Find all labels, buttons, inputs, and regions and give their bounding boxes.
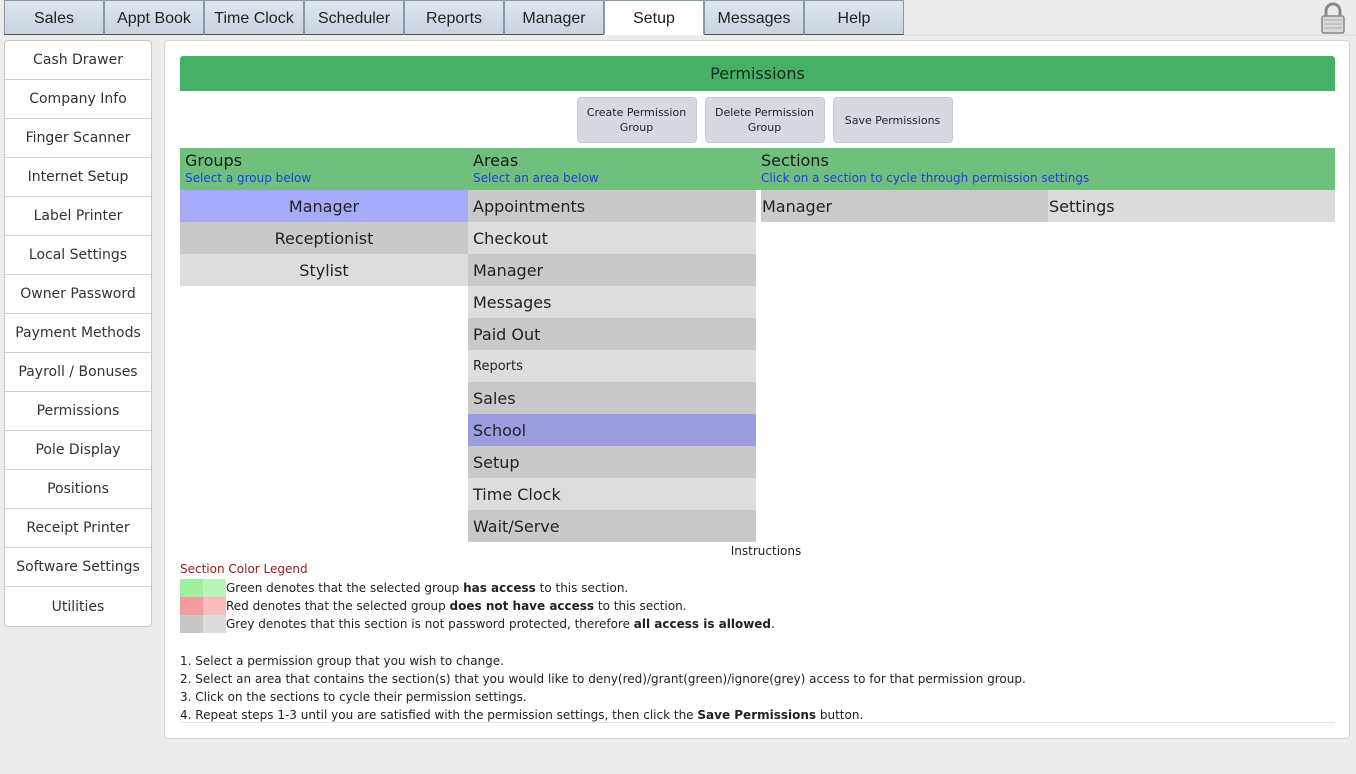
sections-header: Sections Click on a section to cycle thr… <box>761 151 1089 185</box>
area-item-paid-out[interactable]: Paid Out <box>468 318 756 350</box>
step-2: 2. Select an area that contains the sect… <box>180 672 1026 686</box>
sidebar-item-utilities[interactable]: Utilities <box>5 587 151 626</box>
area-item-reports[interactable]: Reports <box>468 350 756 382</box>
grey-swatch-light <box>203 615 226 633</box>
sidebar-item-receipt-printer[interactable]: Receipt Printer <box>5 509 151 548</box>
areas-header: Areas Select an area below <box>473 151 599 185</box>
sidebar-item-label-printer[interactable]: Label Printer <box>5 197 151 236</box>
tab-reports[interactable]: Reports <box>404 0 504 35</box>
tab-manager[interactable]: Manager <box>504 0 604 35</box>
red-swatch-dark <box>180 597 203 615</box>
sidebar-item-positions[interactable]: Positions <box>5 470 151 509</box>
sections-list: Manager Settings <box>761 190 1335 222</box>
sidebar-item-finger-scanner[interactable]: Finger Scanner <box>5 119 151 158</box>
lock-icon[interactable] <box>1320 2 1346 34</box>
sidebar-item-company-info[interactable]: Company Info <box>5 80 151 119</box>
sections-title: Sections <box>761 151 829 170</box>
groups-list: Manager Receptionist Stylist <box>180 190 468 286</box>
groups-header: Groups Select a group below <box>185 151 311 185</box>
tab-sales[interactable]: Sales <box>4 0 104 35</box>
setup-sidebar: Cash Drawer Company Info Finger Scanner … <box>4 40 152 627</box>
sidebar-item-permissions[interactable]: Permissions <box>5 392 151 431</box>
save-permissions-button[interactable]: Save Permissions <box>832 97 953 143</box>
delete-permission-group-button[interactable]: Delete Permission Group <box>704 97 825 143</box>
sidebar-item-software-settings[interactable]: Software Settings <box>5 548 151 587</box>
sidebar-item-local-settings[interactable]: Local Settings <box>5 236 151 275</box>
red-swatch-light <box>203 597 226 615</box>
sidebar-item-payment-methods[interactable]: Payment Methods <box>5 314 151 353</box>
tab-bar-divider <box>904 34 1356 36</box>
step-1: 1. Select a permission group that you wi… <box>180 654 504 668</box>
legend-green-text: Green denotes that the selected group ha… <box>226 581 629 595</box>
group-item-stylist[interactable]: Stylist <box>180 254 468 286</box>
area-item-setup[interactable]: Setup <box>468 446 756 478</box>
instructions-label: Instructions <box>730 544 802 558</box>
sidebar-item-payroll-bonuses[interactable]: Payroll / Bonuses <box>5 353 151 392</box>
area-item-appointments[interactable]: Appointments <box>468 190 756 222</box>
sidebar-item-cash-drawer[interactable]: Cash Drawer <box>5 41 151 80</box>
areas-hint: Select an area below <box>473 171 599 185</box>
group-item-manager[interactable]: Manager <box>180 190 468 222</box>
divider <box>180 722 1335 723</box>
legend-grey-text: Grey denotes that this section is not pa… <box>226 617 775 631</box>
areas-list: Appointments Checkout Manager Messages P… <box>468 190 756 542</box>
area-item-wait-serve[interactable]: Wait/Serve <box>468 510 756 542</box>
legend-red: Red denotes that the selected group does… <box>180 597 687 615</box>
step-3: 3. Click on the sections to cycle their … <box>180 690 527 704</box>
tab-help[interactable]: Help <box>804 0 904 35</box>
areas-title: Areas <box>473 151 519 170</box>
action-buttons: Create Permission Group Delete Permissio… <box>165 97 1349 143</box>
instruction-steps: 1. Select a permission group that you wi… <box>180 652 1026 724</box>
legend-red-text: Red denotes that the selected group does… <box>226 599 687 613</box>
tab-time-clock[interactable]: Time Clock <box>204 0 304 35</box>
green-swatch-light <box>203 579 226 597</box>
sidebar-item-owner-password[interactable]: Owner Password <box>5 275 151 314</box>
area-item-time-clock[interactable]: Time Clock <box>468 478 756 510</box>
tab-scheduler[interactable]: Scheduler <box>304 0 404 35</box>
create-permission-group-button[interactable]: Create Permission Group <box>576 97 697 143</box>
instructions-heading: Instructions <box>165 544 1351 558</box>
grey-swatch-dark <box>180 615 203 633</box>
green-swatch-dark <box>180 579 203 597</box>
section-item-manager[interactable]: Manager <box>761 190 1048 222</box>
page-title: Permissions <box>180 56 1335 91</box>
area-item-manager[interactable]: Manager <box>468 254 756 286</box>
tab-setup[interactable]: Setup <box>604 0 704 35</box>
groups-title: Groups <box>185 151 243 170</box>
legend-green: Green denotes that the selected group ha… <box>180 579 628 597</box>
tab-messages[interactable]: Messages <box>704 0 804 35</box>
groups-hint: Select a group below <box>185 171 312 185</box>
tab-appt-book[interactable]: Appt Book <box>104 0 204 35</box>
legend-grey: Grey denotes that this section is not pa… <box>180 615 775 633</box>
area-item-sales[interactable]: Sales <box>468 382 756 414</box>
permissions-panel: Permissions Create Permission Group Dele… <box>164 40 1350 739</box>
sidebar-item-pole-display[interactable]: Pole Display <box>5 431 151 470</box>
group-item-receptionist[interactable]: Receptionist <box>180 222 468 254</box>
legend-title: Section Color Legend <box>180 562 308 576</box>
area-item-checkout[interactable]: Checkout <box>468 222 756 254</box>
sections-hint: Click on a section to cycle through perm… <box>761 171 1090 185</box>
area-item-school[interactable]: School <box>468 414 756 446</box>
columns-header: Groups Select a group below Areas Select… <box>180 148 1335 190</box>
area-item-messages[interactable]: Messages <box>468 286 756 318</box>
section-item-settings[interactable]: Settings <box>1048 190 1335 222</box>
top-tab-bar: Sales Appt Book Time Clock Scheduler Rep… <box>4 0 904 36</box>
sidebar-item-internet-setup[interactable]: Internet Setup <box>5 158 151 197</box>
